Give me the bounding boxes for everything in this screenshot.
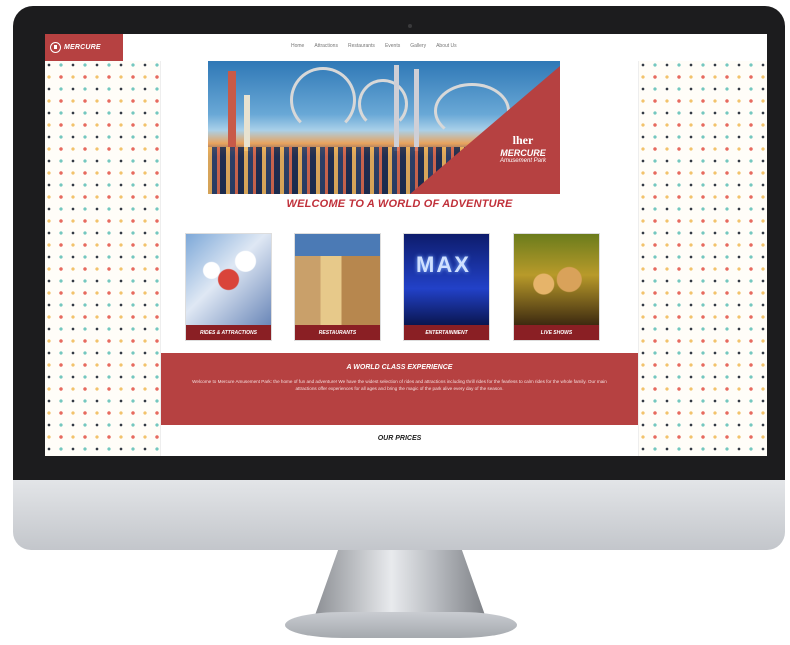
monitor-stand-base	[285, 612, 517, 638]
hero-brand: lher	[512, 133, 534, 147]
main-content: lher MERCURE Amusement Park WELCOME TO A…	[161, 61, 638, 456]
hero-park-name: MERCURE	[500, 148, 546, 158]
top-navigation-bar: MERCURE Home Attractions Restaurants Eve…	[45, 34, 767, 62]
experience-title: A WORLD CLASS EXPERIENCE	[346, 364, 453, 371]
welcome-headline: WELCOME TO A WORLD OF ADVENTURE	[286, 198, 513, 210]
imax-sign-text: MAX	[416, 252, 471, 277]
card-label[interactable]: LIVE SHOWS	[514, 325, 599, 340]
hero-park-sub: Amusement Park	[499, 158, 546, 164]
restaurant-photo	[295, 234, 380, 325]
site-logo[interactable]: MERCURE	[45, 34, 123, 61]
hero-tower	[394, 65, 399, 151]
prices-heading: OUR PRICES	[377, 435, 422, 442]
card-rides[interactable]: RIDES & ATTRACTIONS	[185, 233, 272, 341]
card-restaurants[interactable]: RESTAURANTS	[294, 233, 381, 341]
card-entertainment[interactable]: MAX ENTERTAINMENT	[403, 233, 490, 341]
dot-pattern-left	[45, 61, 161, 456]
hero-park-logo: lher MERCURE Amusement Park	[500, 133, 546, 164]
card-label[interactable]: ENTERTAINMENT	[404, 325, 489, 340]
monitor-stand	[314, 550, 486, 618]
logo-text: MERCURE	[64, 44, 101, 51]
nav-item-events[interactable]: Events	[385, 43, 400, 49]
camera-icon	[408, 24, 412, 28]
card-live-shows[interactable]: LIVE SHOWS	[513, 233, 600, 341]
nav-item-home[interactable]: Home	[291, 43, 304, 49]
nav-item-attractions[interactable]: Attractions	[314, 43, 338, 49]
nav-item-gallery[interactable]: Gallery	[410, 43, 426, 49]
hero-red-triangle	[410, 66, 560, 194]
hero-lighthouse	[244, 95, 250, 151]
concert-photo	[514, 234, 599, 325]
main-nav: Home Attractions Restaurants Events Gall…	[291, 43, 457, 49]
hero-coaster-loop	[358, 79, 408, 129]
logo-icon	[50, 42, 61, 53]
monitor-chin	[13, 480, 785, 550]
rides-photo	[186, 234, 271, 325]
nav-item-about[interactable]: About Us	[436, 43, 457, 49]
hero-coaster-loop	[290, 67, 356, 133]
hero-banner: lher MERCURE Amusement Park	[208, 61, 560, 194]
card-label[interactable]: RIDES & ATTRACTIONS	[186, 325, 271, 340]
dot-pattern-right	[638, 61, 767, 456]
experience-section: A WORLD CLASS EXPERIENCE Welcome to Merc…	[161, 353, 638, 425]
experience-body: Welcome to Mercure Amusement Park: the h…	[192, 379, 607, 391]
hero-tower	[228, 71, 236, 151]
imax-photo: MAX	[404, 234, 489, 325]
website-screen: MERCURE Home Attractions Restaurants Eve…	[45, 34, 767, 456]
card-label[interactable]: RESTAURANTS	[295, 325, 380, 340]
nav-item-restaurants[interactable]: Restaurants	[348, 43, 375, 49]
